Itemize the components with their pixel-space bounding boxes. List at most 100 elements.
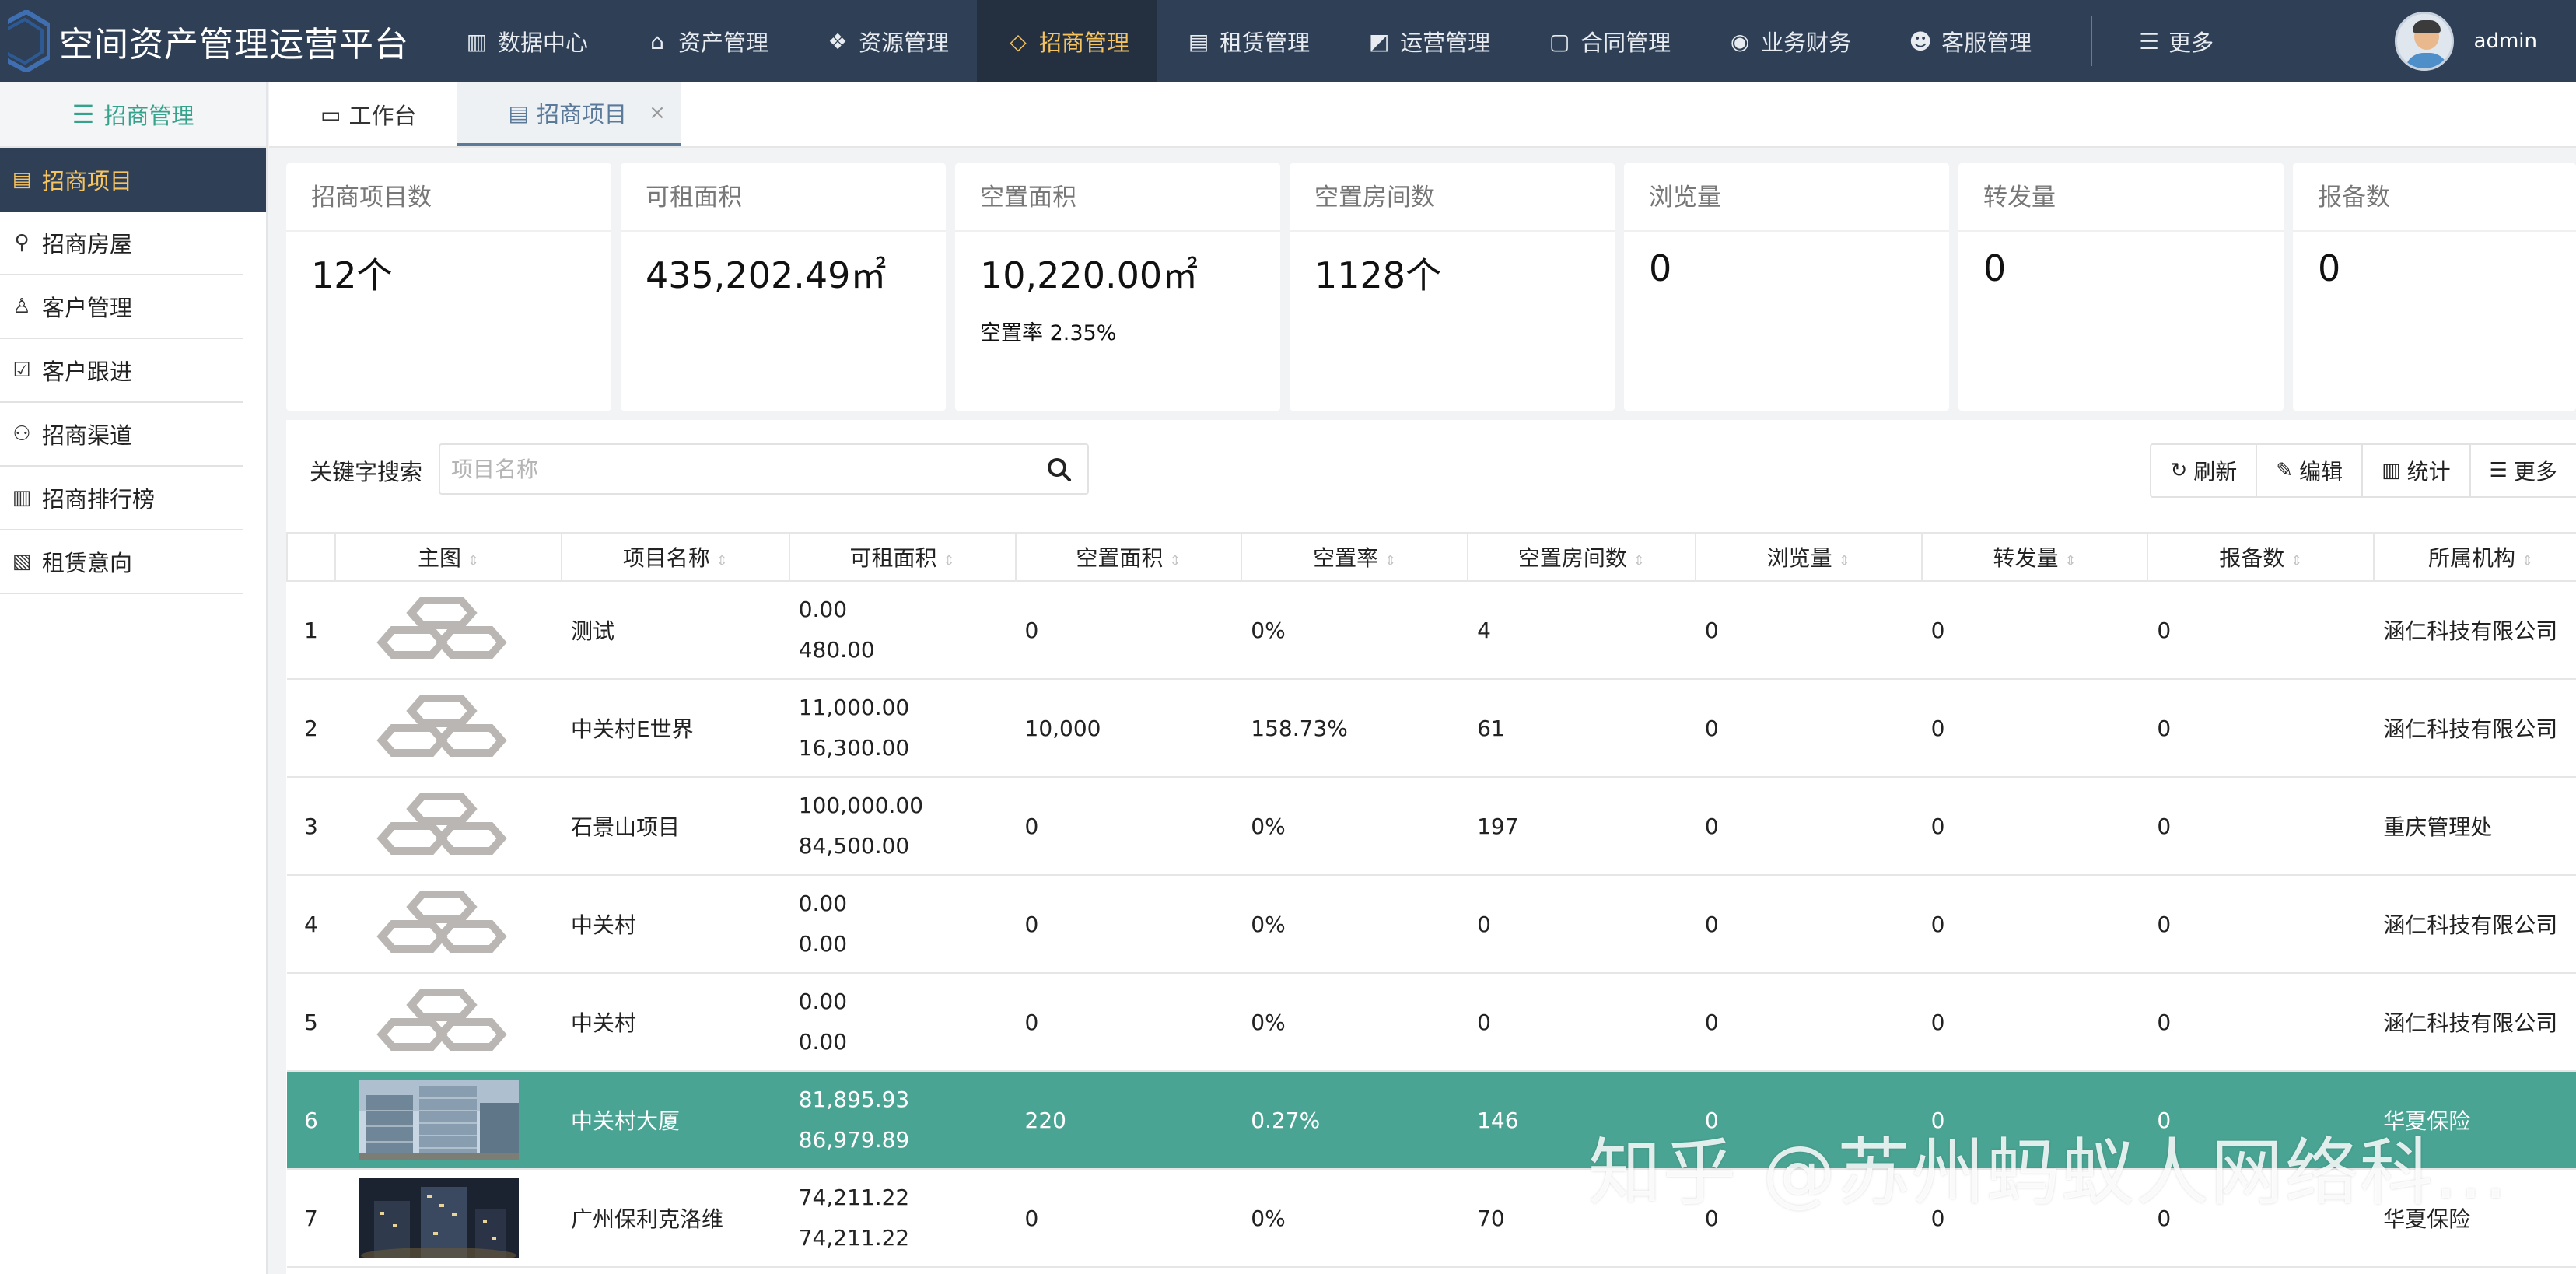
row-image-cell[interactable] bbox=[335, 1071, 562, 1170]
sort-icon[interactable]: ⇕ bbox=[943, 553, 955, 569]
search-input[interactable] bbox=[451, 456, 1027, 482]
edit-button[interactable]: ✎ 编辑 bbox=[2256, 443, 2362, 498]
table-header-row: 主图 ⇕ 项目名称 ⇕ 可租面积 ⇕ 空置面积 ⇕ 空置率 ⇕ 空置房间数 ⇕ 浏览量 ⇕ 转… bbox=[286, 532, 2576, 582]
stats-button[interactable]: ▥ 统计 bbox=[2361, 443, 2469, 498]
sort-icon[interactable]: ⇕ bbox=[467, 553, 479, 569]
row-shares: 0 bbox=[1921, 679, 2148, 778]
search-box[interactable] bbox=[439, 443, 1089, 495]
avatar[interactable] bbox=[2394, 12, 2454, 71]
nav-customer-service[interactable]: ☻ 客服管理 bbox=[1879, 0, 2060, 82]
row-reports: 0 bbox=[2147, 679, 2375, 778]
nav-asset-management[interactable]: ⌂ 资产管理 bbox=[616, 0, 796, 82]
nav-investment-management[interactable]: ◇ 招商管理 bbox=[977, 0, 1158, 82]
close-icon[interactable]: × bbox=[649, 101, 666, 124]
row-image-cell[interactable] bbox=[335, 581, 562, 680]
table-row[interactable]: 2 中关村E世界 11,000.00 16,300.00 10,000 158.73% 61… bbox=[287, 679, 2576, 778]
nav-label: 招商管理 bbox=[1039, 30, 1130, 56]
sort-icon[interactable]: ⇕ bbox=[2522, 553, 2533, 569]
column-header-views[interactable]: 浏览量 ⇕ bbox=[1694, 532, 1923, 582]
sidebar-item-customer-followup[interactable]: ☑ 客户跟进 bbox=[0, 339, 243, 403]
row-vacancy-rate: 0% bbox=[1241, 973, 1468, 1072]
logo-hexagon-icon bbox=[8, 10, 50, 72]
more-button[interactable]: ☰ 更多 bbox=[2469, 443, 2576, 498]
row-vacancy-rate: 0% bbox=[1241, 777, 1468, 876]
column-header-vacant-rooms[interactable]: 空置房间数 ⇕ bbox=[1467, 532, 1696, 582]
app-title: 空间资产管理运营平台 bbox=[59, 25, 409, 65]
sort-icon[interactable]: ⇕ bbox=[1384, 553, 1396, 569]
table-row[interactable]: 3 石景山项目 100,000.00 84,500.00 0 0% 197 0 0 0 重庆管理处 bbox=[287, 777, 2576, 876]
row-rentable-area: 0.00 480.00 bbox=[789, 581, 1016, 680]
stat-value: 0 bbox=[1983, 247, 2007, 289]
row-organization: 涵仁科技有限公司 bbox=[2374, 679, 2576, 778]
nav-resource-management[interactable]: ❖ 资源管理 bbox=[796, 0, 977, 82]
row-views: 0 bbox=[1695, 973, 1922, 1072]
row-reports: 0 bbox=[2147, 973, 2375, 1072]
nav-lease-management[interactable]: ▤ 租赁管理 bbox=[1157, 0, 1338, 82]
column-label: 所属机构 bbox=[2428, 545, 2516, 571]
search-icon[interactable] bbox=[1044, 454, 1075, 485]
column-header-organization[interactable]: 所属机构 ⇕ bbox=[2373, 532, 2576, 582]
nav-business-finance[interactable]: ◉ 业务财务 bbox=[1699, 0, 1879, 82]
row-image-cell[interactable] bbox=[335, 973, 562, 1072]
row-image-cell[interactable] bbox=[335, 875, 562, 974]
column-header-rentable-area[interactable]: 可租面积 ⇕ bbox=[788, 532, 1017, 582]
user-icon: ♙ bbox=[12, 295, 31, 318]
refresh-button[interactable]: ↻ 刷新 bbox=[2150, 443, 2256, 498]
project-logo-placeholder-icon bbox=[376, 793, 507, 855]
sidebar-item-ranking[interactable]: ▥ 招商排行榜 bbox=[0, 467, 243, 530]
area-value-1: 0.00 bbox=[798, 597, 848, 622]
sort-icon[interactable]: ⇕ bbox=[1169, 553, 1181, 569]
sort-icon[interactable]: ⇕ bbox=[716, 553, 728, 569]
project-logo-placeholder-icon bbox=[376, 597, 507, 659]
sidebar-title[interactable]: ☰ 招商管理 bbox=[0, 82, 266, 148]
nav-label: 资源管理 bbox=[859, 30, 950, 56]
nav-label: 业务财务 bbox=[1761, 30, 1852, 56]
user-menu[interactable]: admin bbox=[2394, 0, 2537, 82]
row-reports: 0 bbox=[2147, 581, 2375, 680]
file-icon: ▤ bbox=[1188, 28, 1209, 54]
sidebar-item-investment-channels[interactable]: ⚇ 招商渠道 bbox=[0, 403, 243, 467]
stat-value: 435,202.49㎡ bbox=[646, 254, 887, 296]
table-row[interactable]: 4 中关村 0.00 0.00 0 0% 0 0 0 0 涵仁科技有限公司 bbox=[287, 875, 2576, 974]
sort-icon[interactable]: ⇕ bbox=[2291, 553, 2302, 569]
table-row[interactable]: 1 测试 0.00 480.00 0 0% 4 0 0 0 涵仁科技有限公司 bbox=[287, 581, 2576, 680]
nav-data-center[interactable]: ▥ 数据中心 bbox=[436, 0, 616, 82]
row-image-cell[interactable] bbox=[335, 1169, 562, 1268]
sort-icon[interactable]: ⇕ bbox=[1633, 553, 1645, 569]
nav-more-button[interactable]: ☰ 更多 bbox=[2123, 0, 2229, 82]
sort-icon[interactable]: ⇕ bbox=[1839, 553, 1850, 569]
area-value-1: 100,000.00 bbox=[798, 793, 924, 818]
column-header-shares[interactable]: 转发量 ⇕ bbox=[1920, 532, 2149, 582]
column-header-vacant-area[interactable]: 空置面积 ⇕ bbox=[1014, 532, 1243, 582]
sidebar-item-label: 客户管理 bbox=[42, 295, 133, 321]
row-index: 5 bbox=[287, 973, 336, 1072]
row-project-name: 中关村 bbox=[561, 973, 789, 1072]
row-project-name: 中关村大厦 bbox=[561, 1071, 789, 1170]
sidebar-item-lease-intent[interactable]: ▧ 租赁意向 bbox=[0, 530, 243, 594]
users-icon: ☻ bbox=[1909, 28, 1932, 54]
stats-icon: ▥ bbox=[2382, 459, 2401, 482]
search-label: 关键字搜索 bbox=[310, 459, 423, 485]
row-image-cell[interactable] bbox=[335, 777, 562, 876]
row-image-cell[interactable] bbox=[335, 679, 562, 778]
sort-icon[interactable]: ⇕ bbox=[2064, 553, 2076, 569]
sidebar-item-investment-houses[interactable]: ⚲ 招商房屋 bbox=[0, 212, 243, 275]
sidebar-item-investment-projects[interactable]: ▤ 招商项目 bbox=[0, 148, 266, 212]
tab-investment-projects[interactable]: ▤ 招商项目 × bbox=[457, 82, 681, 146]
stat-title: 空置面积 bbox=[955, 163, 1280, 232]
column-header-image[interactable]: 主图 ⇕ bbox=[334, 532, 562, 582]
tab-workbench[interactable]: ▭ 工作台 bbox=[269, 82, 457, 146]
area-value-1: 74,211.22 bbox=[798, 1185, 910, 1210]
column-header-reports[interactable]: 报备数 ⇕ bbox=[2147, 532, 2375, 582]
column-header-vacancy-rate[interactable]: 空置率 ⇕ bbox=[1241, 532, 1469, 582]
nav-label: 合同管理 bbox=[1580, 30, 1671, 56]
column-header-name[interactable]: 项目名称 ⇕ bbox=[560, 532, 790, 582]
nav-label: 数据中心 bbox=[498, 30, 589, 56]
table-row[interactable]: 5 中关村 0.00 0.00 0 0% 0 0 0 0 涵仁科技有限公司 bbox=[287, 973, 2576, 1072]
nav-operation-management[interactable]: ◩ 运营管理 bbox=[1338, 0, 1518, 82]
sidebar-item-customer-management[interactable]: ♙ 客户管理 bbox=[0, 275, 243, 339]
app-logo[interactable]: 空间资产管理运营平台 bbox=[0, 0, 436, 82]
row-reports: 0 bbox=[2147, 777, 2375, 876]
stat-card-shares: 转发量 0 bbox=[1958, 163, 2284, 411]
nav-contract-management[interactable]: ▢ 合同管理 bbox=[1518, 0, 1699, 82]
